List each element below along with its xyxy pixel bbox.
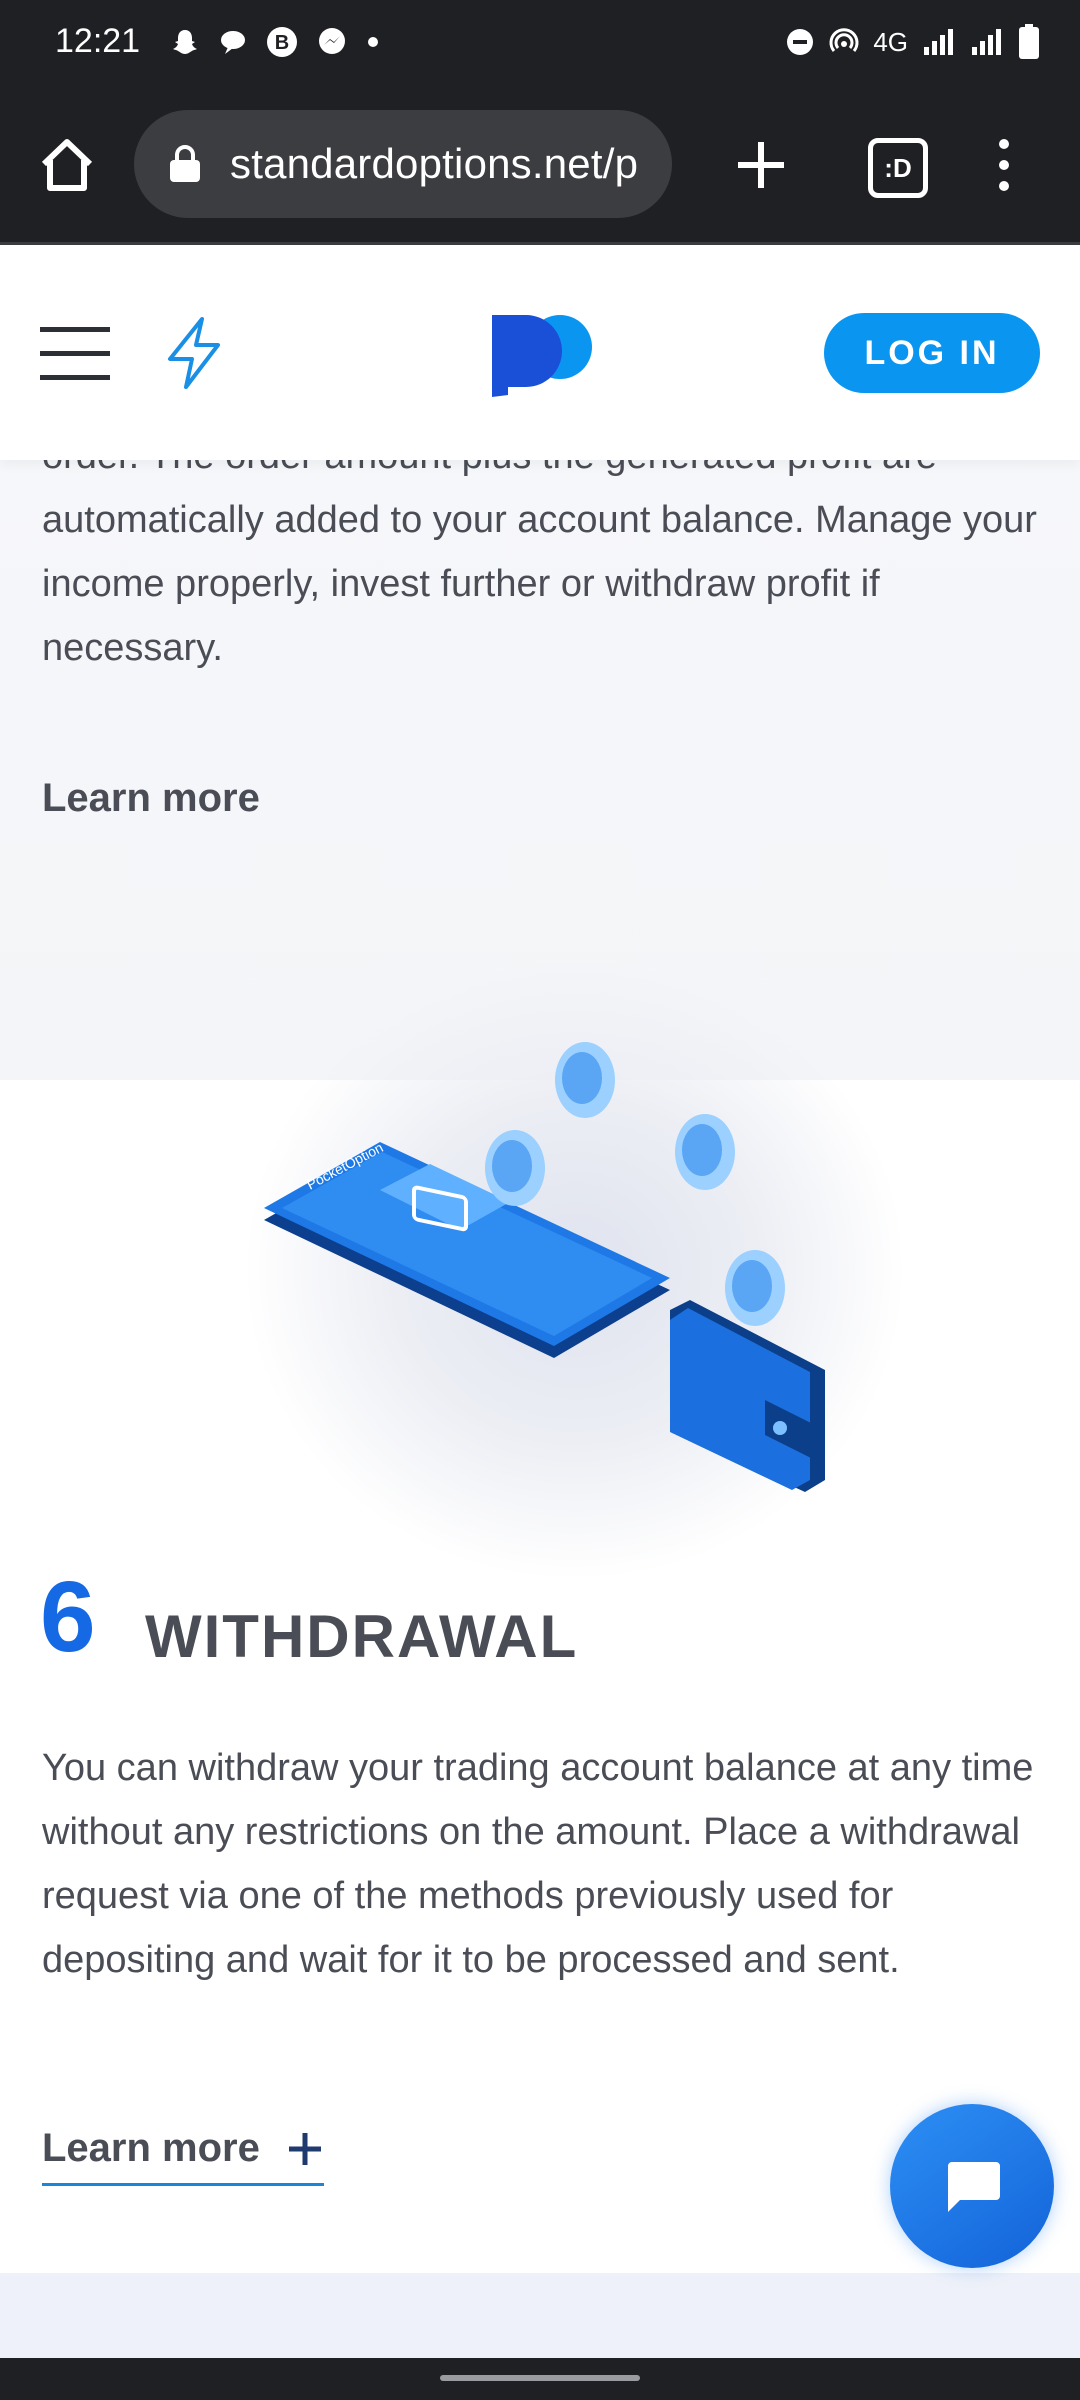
tab-switcher-button[interactable]: :D <box>868 138 928 198</box>
snapchat-icon <box>173 30 197 54</box>
wallet-graphic <box>670 1300 825 1492</box>
hamburger-menu-icon[interactable] <box>40 323 110 383</box>
notification-icons: B <box>170 26 380 58</box>
step-number: 6 <box>40 1561 96 1673</box>
site-header: LOG IN <box>0 245 1080 460</box>
hotspot-icon <box>829 28 859 52</box>
next-section-band <box>0 2273 1080 2358</box>
messenger-icon <box>319 28 345 54</box>
b-icon: B <box>267 27 297 57</box>
learn-more-link[interactable]: Learn more <box>42 776 260 821</box>
learn-more-label: Learn more <box>42 2126 260 2170</box>
overflow-menu-icon[interactable] <box>992 134 1016 196</box>
status-bar: 12:21 B 4G <box>0 0 1080 88</box>
battery-icon <box>1019 24 1039 59</box>
address-bar[interactable]: standardoptions.net/p <box>134 110 672 218</box>
plus-icon <box>288 2132 321 2165</box>
tab-switcher-label: :D <box>884 152 912 183</box>
lock-icon <box>170 145 200 182</box>
withdrawal-description: You can withdraw your trading account ba… <box>42 1747 1034 1981</box>
login-button[interactable]: LOG IN <box>824 313 1040 393</box>
learn-more-expand-link[interactable]: Learn more <box>42 2126 324 2186</box>
main-content: order. The order amount plus the generat… <box>0 430 1080 2270</box>
url-text: standardoptions.net/p <box>230 140 639 187</box>
status-time: 12:21 <box>55 22 141 60</box>
phone-graphic: PocketOption <box>264 1139 670 1358</box>
svg-text:B: B <box>275 32 289 54</box>
gesture-handle[interactable] <box>440 2375 640 2381</box>
chat-bubble-icon <box>221 31 245 54</box>
new-tab-icon[interactable] <box>730 134 792 196</box>
signal-icon <box>972 29 1001 55</box>
system-icons: 4G <box>785 24 1040 60</box>
step-5-description: order. The order amount plus the generat… <box>42 435 1037 669</box>
network-type: 4G <box>873 26 908 57</box>
home-icon[interactable] <box>36 134 98 196</box>
lightning-icon[interactable] <box>160 315 228 391</box>
dot-icon <box>368 37 378 47</box>
step-title: WITHDRAWAL <box>145 1603 579 1670</box>
navigation-bar <box>0 2358 1080 2400</box>
pocket-option-logo[interactable] <box>488 313 594 397</box>
signal-icon <box>924 29 953 55</box>
browser-toolbar: standardoptions.net/p :D <box>0 88 1080 245</box>
dnd-icon <box>787 29 814 55</box>
chat-support-button[interactable] <box>890 2104 1054 2268</box>
chat-icon <box>948 2162 1000 2212</box>
phone-wallet-illustration: PocketOption <box>264 1042 825 1492</box>
